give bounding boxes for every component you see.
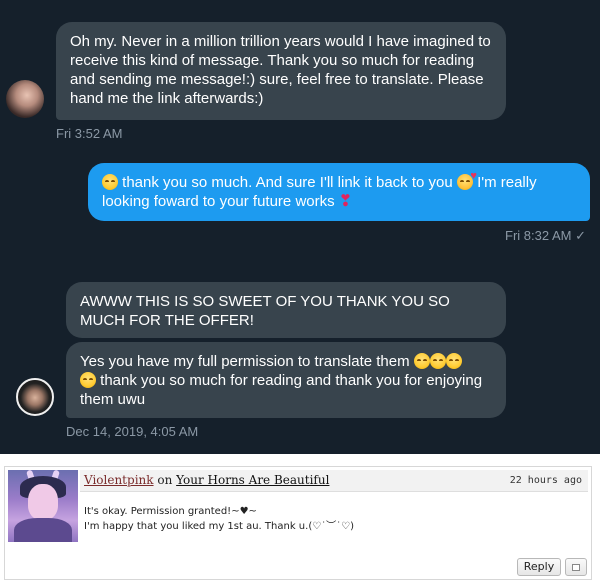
username-link[interactable]: Violentpink bbox=[84, 473, 154, 487]
user-avatar-image[interactable] bbox=[8, 470, 78, 542]
reply-message-bubble-1[interactable]: AWWW THIS IS SO SWEET OF YOU THANK YOU S… bbox=[66, 282, 506, 338]
outgoing-message-bubble[interactable]: thank you so much. And sure I'll link it… bbox=[88, 163, 590, 221]
comment-header: Violentpink on Your Horns Are Beautiful … bbox=[80, 470, 588, 492]
comment-line-1: It's okay. Permission granted!~♥~ bbox=[84, 506, 257, 517]
comment-body: It's okay. Permission granted!~♥~ I'm ha… bbox=[84, 504, 354, 534]
checkbox-button[interactable] bbox=[565, 558, 587, 576]
reply-timestamp: Dec 14, 2019, 4:05 AM bbox=[66, 424, 199, 439]
contact-avatar[interactable] bbox=[6, 80, 44, 118]
contact-avatar[interactable] bbox=[16, 378, 54, 416]
reply-message-text-2b: thank you so much for reading and thank … bbox=[80, 372, 483, 408]
incoming-message-bubble[interactable]: Oh my. Never in a million trillion years… bbox=[56, 22, 506, 120]
outgoing-message-text-1: thank you so much. And sure I'll link it… bbox=[122, 174, 453, 191]
reply-message-text-2a: Yes you have my full permission to trans… bbox=[80, 353, 410, 370]
reply-message-bubble-2[interactable]: Yes you have my full permission to trans… bbox=[66, 342, 506, 418]
smiling-face-emoji bbox=[102, 174, 118, 190]
smiling-face-emoji bbox=[80, 372, 96, 388]
chat-panel-2: AWWW THIS IS SO SWEET OF YOU THANK YOU S… bbox=[0, 258, 600, 454]
incoming-message-text: Oh my. Never in a million trillion years… bbox=[70, 33, 491, 107]
checkbox-icon bbox=[572, 564, 580, 571]
smiling-face-with-hearts-emoji: ♥ bbox=[456, 171, 477, 190]
outgoing-timestamp: Fri 8:32 AM ✓ bbox=[505, 228, 586, 243]
on-label: on bbox=[157, 473, 173, 487]
comment-time: 22 hours ago bbox=[509, 475, 582, 486]
comment-line-2: I'm happy that you liked my 1st au. Than… bbox=[84, 521, 355, 532]
work-title-link[interactable]: Your Horns Are Beautiful bbox=[176, 473, 329, 487]
red-heart-emoji: ❣ bbox=[338, 193, 353, 210]
incoming-timestamp: Fri 3:52 AM bbox=[56, 126, 123, 141]
reply-message-text-1: AWWW THIS IS SO SWEET OF YOU THANK YOU S… bbox=[80, 293, 450, 329]
reply-button[interactable]: Reply bbox=[517, 558, 561, 576]
smiling-face-emoji bbox=[413, 353, 430, 369]
chat-panel-1: Oh my. Never in a million trillion years… bbox=[0, 0, 600, 258]
smiling-face-emoji bbox=[429, 353, 446, 369]
smiling-face-emoji bbox=[445, 353, 462, 369]
comment-panel: Violentpink on Your Horns Are Beautiful … bbox=[0, 458, 600, 582]
